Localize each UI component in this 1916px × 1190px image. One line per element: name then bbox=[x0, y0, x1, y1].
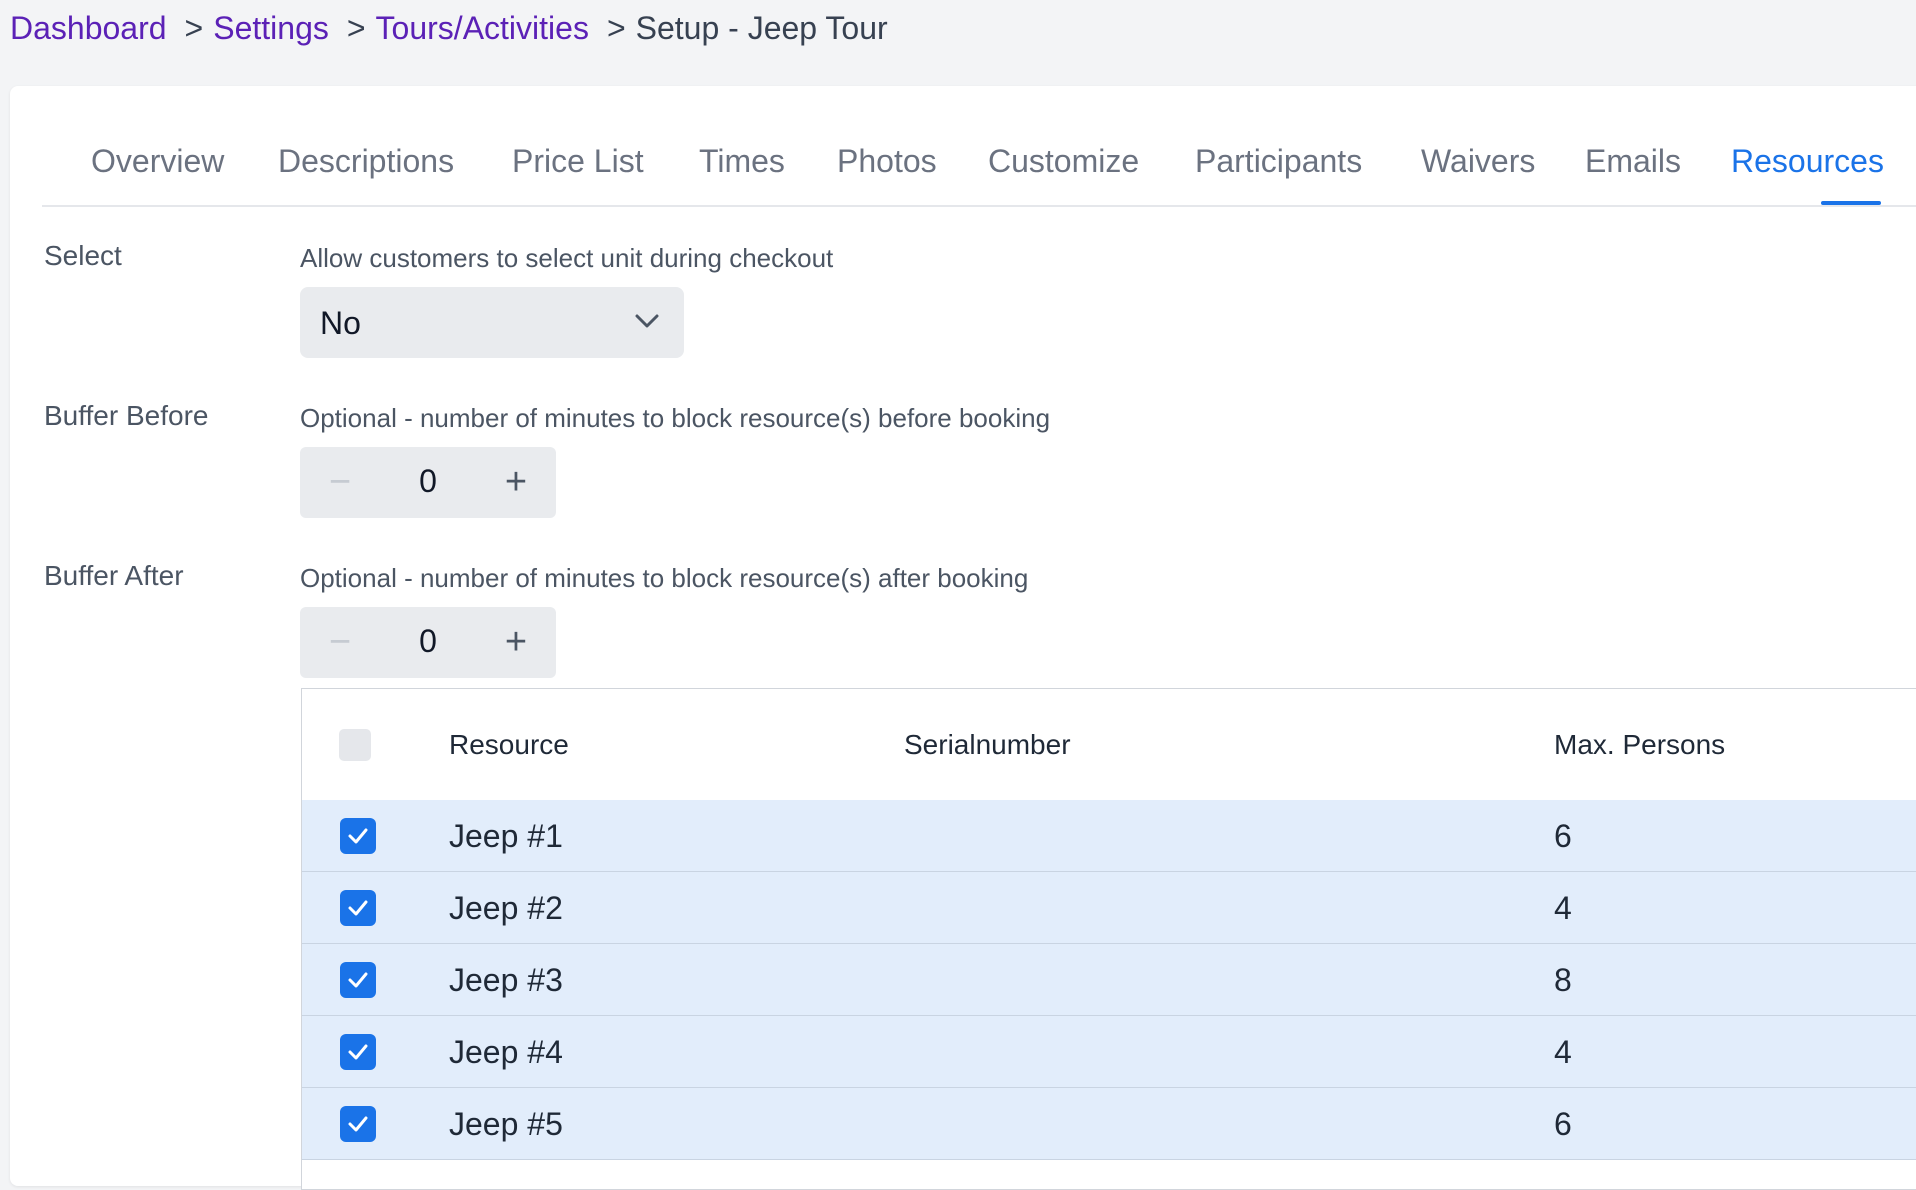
active-tab-indicator bbox=[1821, 201, 1881, 205]
buffer-before-label: Buffer Before bbox=[44, 400, 209, 431]
buffer-before-stepper: − 0 + bbox=[300, 447, 556, 518]
buffer-before-decrement-button[interactable]: − bbox=[310, 447, 370, 518]
table-row[interactable]: Jeep #3 8 bbox=[302, 944, 1916, 1016]
tab-waivers[interactable]: Waivers bbox=[1421, 143, 1535, 180]
breadcrumb-separator: > bbox=[606, 9, 626, 46]
table-row[interactable]: Jeep #2 4 bbox=[302, 872, 1916, 944]
column-header-serialnumber: Serialnumber bbox=[904, 729, 1071, 760]
column-header-max-persons: Max. Persons bbox=[1554, 729, 1726, 760]
row-checkbox[interactable] bbox=[340, 1034, 376, 1070]
row-checkbox[interactable] bbox=[340, 890, 376, 926]
select-unit-dropdown[interactable]: No bbox=[300, 287, 684, 358]
breadcrumb-dashboard-link[interactable]: Dashboard bbox=[10, 10, 167, 47]
breadcrumb: Dashboard > Settings > Tours/Activities … bbox=[10, 8, 888, 48]
select-unit-value: No bbox=[320, 305, 361, 341]
tab-times[interactable]: Times bbox=[699, 143, 785, 180]
breadcrumb-settings-link[interactable]: Settings bbox=[213, 10, 329, 47]
checkmark-icon bbox=[348, 900, 368, 916]
resource-name: Jeep #2 bbox=[449, 890, 563, 926]
resource-max-persons: 4 bbox=[1554, 1034, 1572, 1070]
table-row[interactable]: Jeep #5 6 bbox=[302, 1088, 1916, 1160]
table-header: Resource Serialnumber Max. Persons bbox=[302, 689, 1916, 801]
tab-photos[interactable]: Photos bbox=[837, 143, 937, 180]
checkmark-icon bbox=[348, 1044, 368, 1060]
buffer-after-stepper: − 0 + bbox=[300, 607, 556, 678]
buffer-after-decrement-button[interactable]: − bbox=[310, 607, 370, 678]
checkmark-icon bbox=[348, 828, 368, 844]
buffer-before-value[interactable]: 0 bbox=[388, 463, 468, 500]
breadcrumb-tours-link[interactable]: Tours/Activities bbox=[376, 10, 589, 47]
resource-max-persons: 6 bbox=[1554, 818, 1572, 854]
resource-name: Jeep #5 bbox=[449, 1106, 563, 1142]
resource-name: Jeep #1 bbox=[449, 818, 563, 854]
tab-resources[interactable]: Resources bbox=[1731, 143, 1884, 180]
chevron-down-icon bbox=[635, 314, 659, 328]
tab-bar: Overview Descriptions Price List Times P… bbox=[42, 115, 1916, 207]
tab-overview[interactable]: Overview bbox=[91, 143, 224, 180]
tab-price-list[interactable]: Price List bbox=[512, 143, 644, 180]
buffer-before-increment-button[interactable]: + bbox=[486, 447, 546, 518]
table-row[interactable]: Jeep #1 6 bbox=[302, 800, 1916, 872]
row-checkbox[interactable] bbox=[340, 818, 376, 854]
buffer-after-label: Buffer After bbox=[44, 560, 184, 591]
checkmark-icon bbox=[348, 972, 368, 988]
table-row[interactable]: Jeep #4 4 bbox=[302, 1016, 1916, 1088]
resource-name: Jeep #4 bbox=[449, 1034, 563, 1070]
select-help-text: Allow customers to select unit during ch… bbox=[300, 243, 834, 273]
select-all-checkbox[interactable] bbox=[339, 729, 371, 761]
buffer-after-increment-button[interactable]: + bbox=[486, 607, 546, 678]
resource-max-persons: 4 bbox=[1554, 890, 1572, 926]
resource-name: Jeep #3 bbox=[449, 962, 563, 998]
breadcrumb-separator: > bbox=[346, 9, 366, 46]
resource-max-persons: 8 bbox=[1554, 962, 1572, 998]
resources-table: Resource Serialnumber Max. Persons Jeep … bbox=[301, 688, 1916, 1190]
select-label: Select bbox=[44, 240, 122, 271]
tab-participants[interactable]: Participants bbox=[1195, 143, 1362, 180]
row-checkbox[interactable] bbox=[340, 1106, 376, 1142]
buffer-before-help-text: Optional - number of minutes to block re… bbox=[300, 403, 1051, 433]
tab-customize[interactable]: Customize bbox=[988, 143, 1139, 180]
buffer-after-help-text: Optional - number of minutes to block re… bbox=[300, 563, 1029, 593]
tab-descriptions[interactable]: Descriptions bbox=[278, 143, 454, 180]
breadcrumb-current-page: Setup - Jeep Tour bbox=[635, 9, 888, 46]
breadcrumb-separator: > bbox=[184, 9, 204, 46]
buffer-after-value[interactable]: 0 bbox=[388, 623, 468, 660]
tab-emails[interactable]: Emails bbox=[1585, 143, 1681, 180]
checkmark-icon bbox=[348, 1116, 368, 1132]
resource-max-persons: 6 bbox=[1554, 1106, 1572, 1142]
row-checkbox[interactable] bbox=[340, 962, 376, 998]
column-header-resource: Resource bbox=[449, 729, 569, 760]
